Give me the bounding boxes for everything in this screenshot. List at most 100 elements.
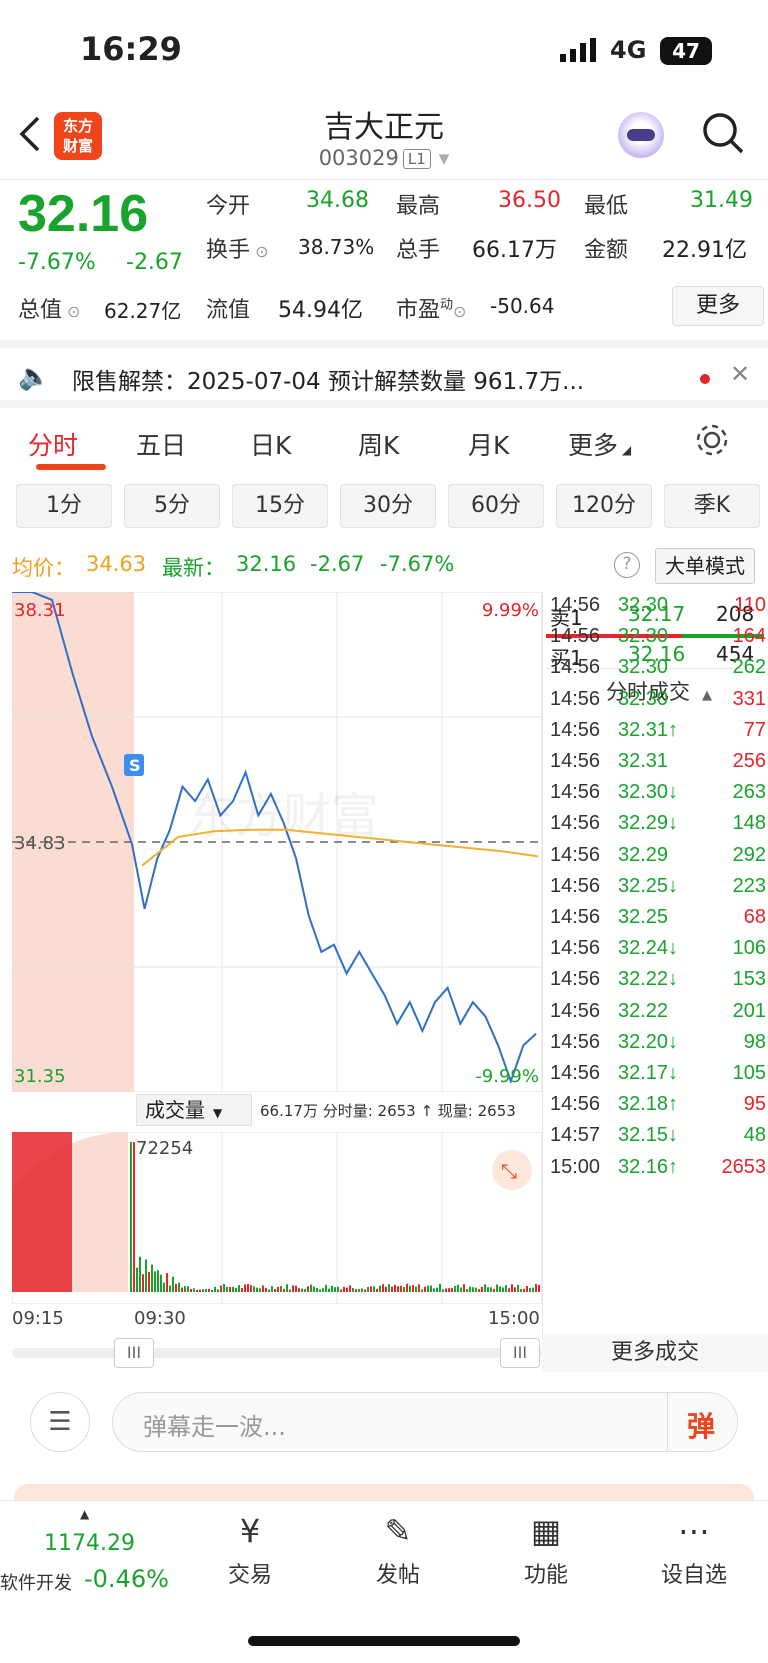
tick-row: 14:56 32.30 110 (544, 590, 768, 623)
period-60min[interactable]: 60分 (448, 484, 544, 528)
price-mid-label: 34.83 (14, 833, 66, 854)
unlock-notice[interactable]: 🔈 限售解禁：2025-07-04 预计解禁数量 961.7万... ✕ (0, 340, 768, 408)
period-1min[interactable]: 1分 (16, 484, 112, 528)
more-ticks-button[interactable]: 更多成交 (542, 1334, 768, 1372)
current-price: 32.16 (18, 185, 149, 243)
volume-bar (301, 1288, 303, 1292)
tick-time: 14:56 (550, 874, 601, 897)
tab-daily-k[interactable]: 日K (250, 426, 291, 462)
danmu-send-divider (667, 1393, 668, 1451)
period-15min[interactable]: 15分 (232, 484, 328, 528)
banner-peek (14, 1484, 754, 1500)
tick-time: 14:56 (550, 968, 601, 991)
tab-monthly-k[interactable]: 月K (468, 426, 509, 462)
volume-bar (316, 1287, 318, 1292)
volume-bar (445, 1288, 447, 1292)
tick-row: 14:56 32.30 262 (544, 652, 768, 685)
help-icon[interactable]: ? (614, 552, 640, 578)
volume-bar (481, 1286, 483, 1292)
period-quarter-k[interactable]: 季K (664, 484, 760, 528)
change-percent: -7.67% (18, 250, 96, 275)
tick-row: 14:56 32.30 164 (544, 621, 768, 654)
nav-post[interactable]: ✎ 发帖 (338, 1511, 458, 1589)
volume-bar (328, 1288, 330, 1292)
period-5min[interactable]: 5分 (124, 484, 220, 528)
tab-five-day[interactable]: 五日 (136, 426, 186, 462)
tab-intraday[interactable]: 分时 (28, 426, 78, 462)
active-tab-underline (36, 464, 106, 470)
volume-bar (229, 1286, 231, 1292)
volume-bar (205, 1289, 207, 1292)
nav-add-watch[interactable]: ⋯ 设自选 (634, 1511, 754, 1589)
period-120min[interactable]: 120分 (556, 484, 652, 528)
volume-bar (166, 1272, 168, 1292)
nav-trade[interactable]: ¥ 交易 (190, 1511, 310, 1589)
volume-bar (367, 1286, 369, 1292)
tick-row: 14:56 32.30↓ 263 (544, 777, 768, 810)
danmu-send-button[interactable]: 弹 (687, 1405, 715, 1445)
mcap-value: 62.27亿 (104, 299, 182, 323)
volume-bar (313, 1286, 315, 1292)
last-percent: -7.67% (380, 552, 455, 576)
volume-bar (394, 1284, 396, 1292)
chart-settings-button[interactable] (694, 422, 730, 462)
volume-selector[interactable]: 成交量 ▼ (136, 1094, 252, 1126)
tick-row: 15:00 32.16↑ 2653 (544, 1152, 768, 1185)
tick-row: 14:56 32.22 201 (544, 996, 768, 1029)
danmu-settings-button[interactable]: ☰ (30, 1392, 90, 1452)
volume-bar (208, 1288, 210, 1292)
volume-bar (391, 1286, 393, 1292)
danmu-input[interactable]: 弹幕走一波... 弹 (112, 1392, 738, 1452)
volume-bar (163, 1282, 165, 1292)
amount-value: 22.91亿 (662, 238, 747, 263)
tick-price: 32.30 (618, 594, 669, 616)
volume-bar (358, 1289, 360, 1292)
x-label-close: 15:00 (488, 1308, 540, 1329)
volume-bar (187, 1286, 189, 1292)
volume-header: 成交量 ▼ 66.17万 分时量: 2653 ↑ 现量: 2653 (136, 1094, 542, 1128)
status-bar: 16:29 4G 47 (0, 0, 768, 100)
range-slider[interactable] (12, 1348, 542, 1358)
tick-row: 14:56 32.31 256 (544, 746, 768, 779)
volume-bar (379, 1285, 381, 1292)
volume-bar (493, 1288, 495, 1292)
volume-bar (169, 1285, 171, 1292)
volume-bar (382, 1284, 384, 1292)
tick-volume: 48 (743, 1124, 766, 1147)
tick-volume: 164 (732, 625, 766, 648)
float-label: 流值 (206, 298, 251, 323)
tick-price: 32.24↓ (618, 937, 679, 960)
volume-bar (484, 1284, 486, 1292)
big-order-mode-button[interactable]: 大单模式 (655, 548, 755, 584)
nav-functions[interactable]: ▦ 功能 (486, 1511, 606, 1589)
volume-bar (448, 1288, 450, 1292)
period-30min[interactable]: 30分 (340, 484, 436, 528)
caret-up-icon: ▲ (80, 1507, 90, 1521)
volume-bar (244, 1284, 246, 1292)
range-handle-right[interactable]: III (500, 1338, 540, 1368)
high-value: 36.50 (498, 188, 561, 213)
tick-row: 14:56 32.24↓ 106 (544, 933, 768, 966)
volume-max-label: 72254 (136, 1138, 193, 1159)
intraday-price-chart[interactable]: 东方财富 38.31 34.83 31.35 9.99% -9.99% S (12, 592, 542, 1092)
volume-bar (253, 1286, 255, 1292)
close-notice-button[interactable]: ✕ (730, 360, 750, 388)
volume-bar (340, 1289, 342, 1292)
tab-more[interactable]: 更多 ◢ (568, 426, 631, 462)
volume-bar (472, 1287, 474, 1292)
search-button[interactable] (700, 110, 746, 156)
tick-price: 32.30 (618, 656, 669, 679)
more-quote-button[interactable]: 更多 (672, 286, 764, 326)
volume-bar (439, 1283, 441, 1292)
tab-weekly-k[interactable]: 周K (358, 426, 399, 462)
tick-row: 14:56 32.18↑ 95 (544, 1089, 768, 1122)
volume-bar (430, 1285, 432, 1292)
tick-volume: 223 (732, 874, 766, 897)
robot-avatar-icon[interactable] (618, 112, 664, 158)
tick-volume: 153 (732, 968, 766, 991)
volume-chart[interactable]: 72254 ⤡ (12, 1132, 542, 1304)
volume-bar (490, 1287, 492, 1292)
volume-bar (265, 1287, 267, 1292)
tick-volume: 106 (732, 937, 766, 960)
range-handle-left[interactable]: III (114, 1338, 154, 1368)
